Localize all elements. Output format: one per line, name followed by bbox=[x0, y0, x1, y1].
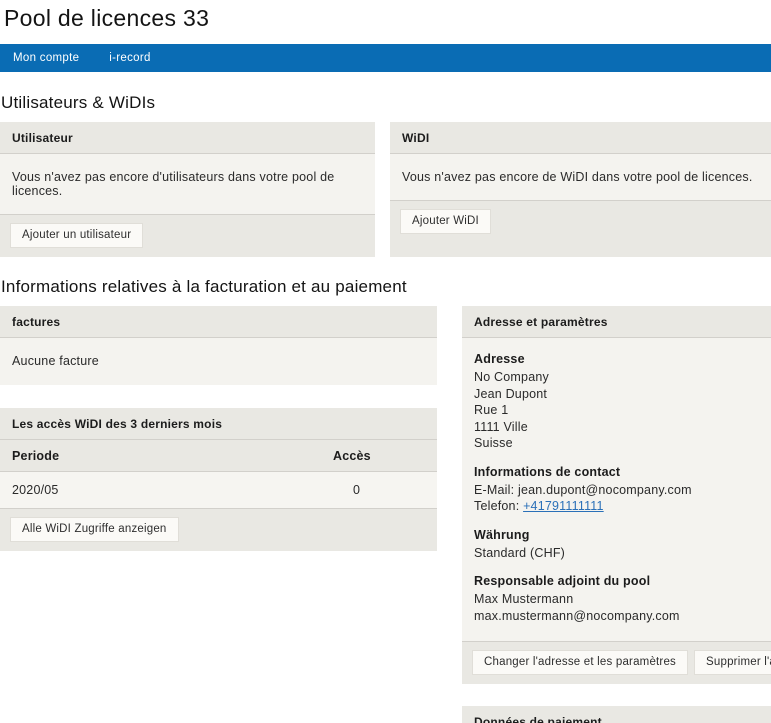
phone-link[interactable]: +41791111111 bbox=[523, 499, 604, 513]
change-address-button[interactable]: Changer l'adresse et les paramètres bbox=[472, 650, 688, 675]
cell-access-value: 0 bbox=[333, 483, 425, 497]
user-card-empty-text: Vous n'avez pas encore d'utilisateurs da… bbox=[0, 154, 375, 214]
user-card-header: Utilisateur bbox=[0, 122, 375, 154]
widi-card-header: WiDI bbox=[390, 122, 771, 154]
access-table-header-row: Periode Accès bbox=[0, 440, 437, 472]
widi-card: WiDI Vous n'avez pas encore de WiDI dans… bbox=[390, 122, 771, 257]
deputy-label: Responsable adjoint du pool bbox=[474, 574, 759, 588]
phone-prefix: Telefon: bbox=[474, 499, 523, 513]
address-city: 1111 Ville bbox=[474, 419, 759, 436]
widi-card-footer: Ajouter WiDI bbox=[390, 200, 771, 243]
widi-card-empty-text: Vous n'avez pas encore de WiDI dans votr… bbox=[390, 154, 771, 200]
currency-group: Währung Standard (CHF) bbox=[474, 528, 759, 562]
address-country: Suisse bbox=[474, 435, 759, 452]
page-title: Pool de licences 33 bbox=[0, 0, 771, 32]
nav-item-i-record[interactable]: i-record bbox=[109, 52, 150, 64]
nav-item-mon-compte[interactable]: Mon compte bbox=[13, 52, 79, 64]
address-company: No Company bbox=[474, 369, 759, 386]
table-row: 2020/05 0 bbox=[0, 472, 437, 508]
address-name: Jean Dupont bbox=[474, 386, 759, 403]
currency-value: Standard (CHF) bbox=[474, 545, 759, 562]
invoices-card-header: factures bbox=[0, 306, 437, 338]
user-card-footer: Ajouter un utilisateur bbox=[0, 214, 375, 257]
contact-phone-line: Telefon: +41791111111 bbox=[474, 498, 759, 515]
address-group: Adresse No Company Jean Dupont Rue 1 111… bbox=[474, 352, 759, 452]
deputy-group: Responsable adjoint du pool Max Musterma… bbox=[474, 574, 759, 625]
page: Pool de licences 33 Mon compte i-record … bbox=[0, 0, 771, 723]
invoices-empty-text: Aucune facture bbox=[0, 338, 437, 385]
delete-deputy-button[interactable]: Supprimer l'adjoint bbox=[694, 650, 771, 675]
deputy-email: max.mustermann@nocompany.com bbox=[474, 608, 759, 625]
billing-left-column: factures Aucune facture Les accès WiDI d… bbox=[0, 306, 437, 551]
address-settings-card-footer: Changer l'adresse et les paramètres Supp… bbox=[462, 641, 771, 684]
address-settings-card: Adresse et paramètres Adresse No Company… bbox=[462, 306, 771, 684]
widi-access-card-header: Les accès WiDI des 3 derniers mois bbox=[0, 408, 437, 440]
cell-period-value: 2020/05 bbox=[12, 483, 333, 497]
show-all-widi-access-button[interactable]: Alle WiDI Zugriffe anzeigen bbox=[10, 517, 179, 542]
widi-access-card: Les accès WiDI des 3 derniers mois Perio… bbox=[0, 408, 437, 551]
top-navbar: Mon compte i-record bbox=[0, 44, 771, 72]
user-card: Utilisateur Vous n'avez pas encore d'uti… bbox=[0, 122, 375, 257]
column-header-access: Accès bbox=[333, 449, 425, 463]
contact-email: E-Mail: jean.dupont@nocompany.com bbox=[474, 482, 759, 499]
payment-data-card: Données de paiement bbox=[462, 706, 771, 723]
add-widi-button[interactable]: Ajouter WiDI bbox=[400, 209, 491, 234]
address-settings-card-body: Adresse No Company Jean Dupont Rue 1 111… bbox=[462, 338, 771, 641]
deputy-name: Max Mustermann bbox=[474, 591, 759, 608]
address-street: Rue 1 bbox=[474, 402, 759, 419]
contact-label: Informations de contact bbox=[474, 465, 759, 479]
users-widis-row: Utilisateur Vous n'avez pas encore d'uti… bbox=[0, 122, 771, 257]
billing-right-column: Adresse et paramètres Adresse No Company… bbox=[462, 306, 771, 723]
column-header-period: Periode bbox=[12, 449, 333, 463]
section-heading-users: Utilisateurs & WiDIs bbox=[1, 93, 771, 113]
payment-data-card-header: Données de paiement bbox=[462, 706, 771, 723]
address-settings-card-header: Adresse et paramètres bbox=[462, 306, 771, 338]
currency-label: Währung bbox=[474, 528, 759, 542]
widi-access-card-footer: Alle WiDI Zugriffe anzeigen bbox=[0, 508, 437, 551]
add-user-button[interactable]: Ajouter un utilisateur bbox=[10, 223, 143, 248]
billing-row: factures Aucune facture Les accès WiDI d… bbox=[0, 306, 771, 723]
contact-group: Informations de contact E-Mail: jean.dup… bbox=[474, 465, 759, 515]
invoices-card: factures Aucune facture bbox=[0, 306, 437, 385]
section-heading-billing: Informations relatives à la facturation … bbox=[1, 277, 771, 297]
address-label: Adresse bbox=[474, 352, 759, 366]
